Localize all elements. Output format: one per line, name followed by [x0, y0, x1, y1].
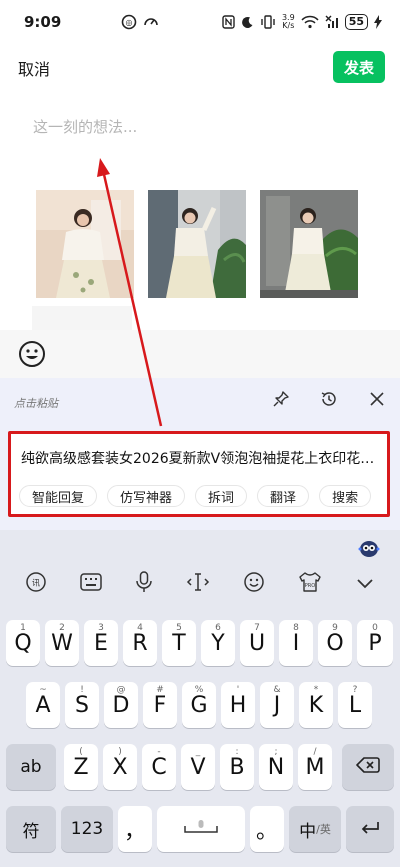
skin-theme-icon[interactable]: PRO: [298, 571, 322, 597]
photo-thumbnail-2[interactable]: [148, 190, 246, 298]
photo-thumbnail-3[interactable]: [260, 190, 358, 298]
status-bar: 9:09 ◎ 3.9 K/s 55: [0, 0, 400, 44]
battery-level: 55: [344, 14, 368, 30]
cancel-button[interactable]: 取消: [18, 56, 50, 80]
nfc-icon: [222, 15, 235, 29]
clipboard-actions: 智能回复 仿写神器 拆词 翻译 搜索: [19, 485, 372, 507]
key-n[interactable]: ; N: [259, 744, 293, 790]
key-s[interactable]: ! S: [65, 682, 99, 728]
key-k[interactable]: * K: [299, 682, 333, 728]
key-i[interactable]: 8I: [279, 620, 313, 666]
backspace-icon: [356, 755, 380, 780]
moon-icon: [241, 16, 254, 29]
space-mic-icon: [181, 817, 221, 842]
search-chip[interactable]: 搜索: [319, 485, 372, 507]
key-a[interactable]: ~ A: [26, 682, 60, 728]
emoji-icon[interactable]: [18, 340, 46, 372]
key-x[interactable]: ) X: [103, 744, 137, 790]
key-ab-toggle[interactable]: ab: [6, 744, 56, 790]
top-bar: 取消 发表: [0, 50, 400, 84]
key-t[interactable]: 5T: [162, 620, 196, 666]
pin-icon[interactable]: [272, 390, 290, 412]
collapse-keyboard-icon[interactable]: [355, 575, 375, 594]
keyboard-layout-icon[interactable]: [79, 573, 102, 595]
key-period[interactable]: 。: [250, 806, 284, 852]
key-b[interactable]: :B: [220, 744, 254, 790]
app-notification-icon: ◎: [121, 14, 137, 30]
vibrate-icon: [260, 15, 276, 29]
key-y[interactable]: 6Y: [201, 620, 235, 666]
key-e[interactable]: 3E: [84, 620, 118, 666]
key-comma[interactable]: ，: [118, 806, 152, 852]
clipboard-history-icon[interactable]: [320, 390, 338, 412]
close-icon[interactable]: [368, 390, 386, 412]
emoji-bar: [0, 330, 400, 378]
key-z[interactable]: (Z: [64, 744, 98, 790]
keyboard-toolbar: 讯 PRO: [0, 564, 400, 604]
key-space[interactable]: [157, 806, 245, 852]
key-lang-switch[interactable]: 中/英: [289, 806, 341, 852]
photo-grid: [36, 190, 358, 298]
cursor-move-icon[interactable]: [186, 572, 210, 596]
svg-text:讯: 讯: [32, 579, 40, 588]
rewrite-tool-chip[interactable]: 仿写神器: [107, 485, 186, 507]
clipboard-text[interactable]: 纯欲高级感套装女2026夏新款V领泡泡袖提花上衣印花半身裙两件套: [21, 448, 383, 468]
key-f[interactable]: # F: [143, 682, 177, 728]
key-numbers[interactable]: 123: [61, 806, 113, 852]
net-speed: 3.9 K/s: [281, 13, 295, 30]
placeholder-strip: [32, 306, 132, 330]
smart-reply-chip[interactable]: 智能回复: [19, 485, 98, 507]
status-time: 9:09: [24, 13, 62, 31]
ime-mascot-icon[interactable]: [358, 538, 380, 562]
key-l[interactable]: ? L: [338, 682, 372, 728]
ime-logo-icon[interactable]: 讯: [25, 571, 47, 597]
key-c[interactable]: -C: [142, 744, 176, 790]
clipboard-item-card[interactable]: 纯欲高级感套装女2026夏新款V领泡泡袖提花上衣印花半身裙两件套 智能回复 仿写…: [8, 431, 390, 517]
split-words-chip[interactable]: 拆词: [195, 485, 248, 507]
key-r[interactable]: 4R: [123, 620, 157, 666]
paste-hint[interactable]: 点击粘贴: [14, 395, 58, 411]
key-m[interactable]: / M: [298, 744, 332, 790]
key-g[interactable]: % G: [182, 682, 216, 728]
publish-button[interactable]: 发表: [333, 51, 385, 83]
charging-icon: [374, 15, 382, 29]
svg-text:◎: ◎: [126, 18, 133, 27]
svg-text:PRO: PRO: [305, 583, 315, 589]
enter-icon: [359, 817, 381, 842]
clipboard-panel: 点击粘贴 纯欲高级感套装女2026夏新款V领泡泡袖提花上衣印花半身裙两件套 智能…: [0, 378, 400, 530]
emoji-keyboard-icon[interactable]: [243, 571, 265, 597]
wifi-icon: [301, 15, 319, 29]
key-symbols[interactable]: 符: [6, 806, 56, 852]
microphone-icon[interactable]: [135, 571, 153, 597]
key-q[interactable]: 1Q: [6, 620, 40, 666]
key-o[interactable]: 9O: [318, 620, 352, 666]
key-h[interactable]: ' H: [221, 682, 255, 728]
keyboard: 讯 PRO 1Q 2W 3E 4R 5T 6Y 7U 8I 9O 0P ~ A …: [0, 530, 400, 867]
key-j[interactable]: & J: [260, 682, 294, 728]
speedometer-icon: [143, 14, 159, 30]
key-w[interactable]: 2W: [45, 620, 79, 666]
enter-key[interactable]: [346, 806, 394, 852]
backspace-key[interactable]: [342, 744, 394, 790]
post-text-input[interactable]: 这一刻的想法...: [33, 116, 137, 137]
key-v[interactable]: _ V: [181, 744, 215, 790]
key-u[interactable]: 7U: [240, 620, 274, 666]
key-p[interactable]: 0P: [357, 620, 393, 666]
photo-thumbnail-1[interactable]: [36, 190, 134, 298]
signal-icon: [325, 15, 339, 29]
translate-chip[interactable]: 翻译: [257, 485, 310, 507]
key-d[interactable]: @ D: [104, 682, 138, 728]
